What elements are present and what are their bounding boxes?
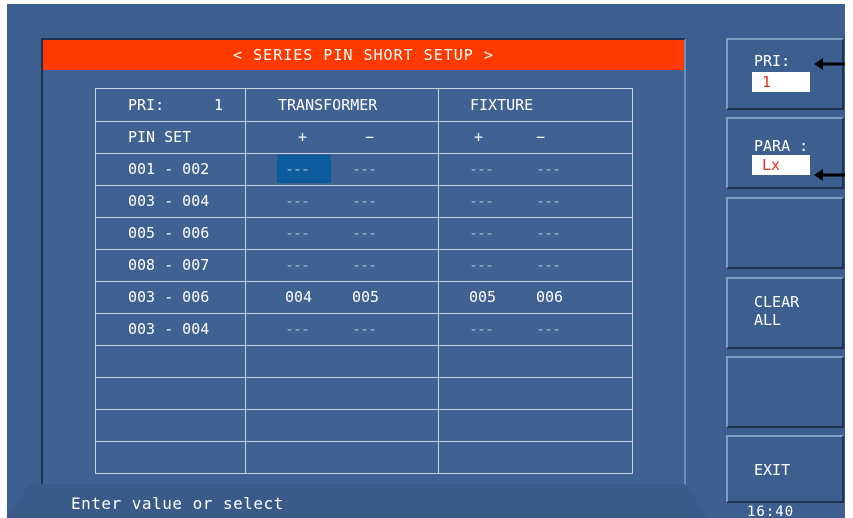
row-5-pins[interactable]: 003 - 006 — [128, 281, 209, 313]
transformer-minus-header: − — [365, 128, 375, 146]
exit-softkey[interactable]: EXIT — [726, 435, 844, 503]
transformer-plus-header: + — [298, 128, 308, 146]
fixture-header: FIXTURE — [470, 96, 534, 114]
row-1-pins[interactable]: 001 - 002 — [128, 153, 209, 185]
row-2-fixture-plus[interactable]: --- — [469, 185, 494, 217]
row-3-transformer-minus[interactable]: --- — [352, 217, 377, 249]
page-title: < SERIES PIN SHORT SETUP > — [43, 40, 684, 70]
row-5-transformer-minus[interactable]: 005 — [352, 281, 379, 313]
row-6-transformer-minus[interactable]: --- — [352, 313, 377, 345]
row-2-transformer-minus[interactable]: --- — [352, 185, 377, 217]
para-softkey-label: PARA : — [754, 137, 809, 155]
row-4-fixture-minus[interactable]: --- — [536, 249, 561, 281]
fixture-plus-header: + — [474, 128, 484, 146]
row-4-fixture-plus[interactable]: --- — [469, 249, 494, 281]
blank-softkey-1[interactable] — [726, 197, 844, 269]
row-2-pins[interactable]: 003 - 004 — [128, 185, 209, 217]
clock: 16:40 — [747, 504, 795, 518]
row-6-fixture-plus[interactable]: --- — [469, 313, 494, 345]
row-3-fixture-plus[interactable]: --- — [469, 217, 494, 249]
row-3-transformer-plus[interactable]: --- — [285, 217, 310, 249]
arrow-left-icon — [814, 169, 845, 181]
fixture-minus-header: − — [536, 128, 546, 146]
pri-header-value: 1 — [214, 96, 224, 114]
status-message: Enter value or select — [71, 494, 284, 513]
row-4-transformer-minus[interactable]: --- — [352, 249, 377, 281]
row-1-fixture-plus[interactable]: --- — [469, 153, 494, 185]
row-2-transformer-plus[interactable]: --- — [285, 185, 310, 217]
row-1-transformer-minus[interactable]: --- — [352, 153, 377, 185]
row-5-fixture-minus[interactable]: 006 — [536, 281, 563, 313]
pri-softkey-label: PRI: — [754, 52, 791, 70]
clear-all-line1: CLEAR — [754, 293, 800, 311]
para-softkey[interactable]: PARA : Lx — [726, 117, 845, 189]
row-1-fixture-minus[interactable]: --- — [536, 153, 561, 185]
row-2-fixture-minus[interactable]: --- — [536, 185, 561, 217]
pri-softkey-value: 1 — [752, 72, 810, 92]
row-6-fixture-minus[interactable]: --- — [536, 313, 561, 345]
para-softkey-value: Lx — [752, 155, 810, 175]
row-5-transformer-plus[interactable]: 004 — [285, 281, 312, 313]
pin-set-header: PIN SET — [128, 128, 192, 146]
row-6-transformer-plus[interactable]: --- — [285, 313, 310, 345]
arrow-left-icon — [814, 58, 845, 70]
instrument-screen: < SERIES PIN SHORT SETUP > PRI: 1 TRANSF… — [7, 4, 845, 518]
blank-softkey-2[interactable] — [726, 356, 844, 428]
pri-header-label: PRI: — [128, 96, 165, 114]
row-4-transformer-plus[interactable]: --- — [285, 249, 310, 281]
main-panel: < SERIES PIN SHORT SETUP > PRI: 1 TRANSF… — [41, 38, 686, 518]
exit-label: EXIT — [754, 461, 791, 479]
row-6-pins[interactable]: 003 - 004 — [128, 313, 209, 345]
row-4-pins[interactable]: 008 - 007 — [128, 249, 209, 281]
row-1-transformer-plus[interactable]: --- — [285, 153, 310, 185]
row-3-pins[interactable]: 005 - 006 — [128, 217, 209, 249]
pin-table: PRI: 1 TRANSFORMER FIXTURE PIN SET + − +… — [95, 88, 633, 474]
row-5-fixture-plus[interactable]: 005 — [469, 281, 496, 313]
clear-all-line2: ALL — [754, 311, 782, 329]
transformer-header: TRANSFORMER — [278, 96, 378, 114]
row-3-fixture-minus[interactable]: --- — [536, 217, 561, 249]
pri-softkey[interactable]: PRI: 1 — [726, 38, 845, 110]
clear-all-softkey[interactable]: CLEAR ALL — [726, 277, 844, 349]
